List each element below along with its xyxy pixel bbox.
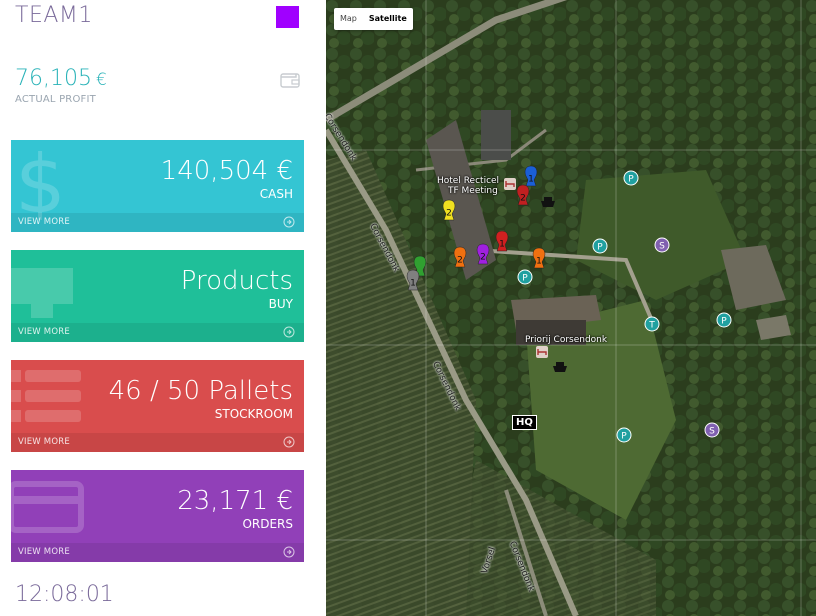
view-more-label: VIEW MORE [18, 327, 70, 337]
team-pin-marker[interactable]: 2 [516, 184, 530, 206]
marker-label: 2 [457, 256, 463, 266]
marker-label: T [648, 321, 655, 331]
marker-label: P [597, 243, 603, 253]
parking-marker[interactable]: T [644, 316, 660, 332]
marker-label: 2 [520, 194, 526, 204]
orders-card[interactable]: 23,171 € ORDERS VIEW MORE [11, 470, 304, 562]
team-pin-marker[interactable]: 2 [453, 246, 467, 268]
marker-label: 2 [446, 209, 452, 219]
team-pin-marker[interactable]: 1 [532, 247, 546, 269]
game-clock: 12:08:01 [15, 582, 114, 607]
supplier-marker[interactable]: S [704, 422, 720, 438]
cash-card[interactable]: $ 140,504 € CASH VIEW MORE [11, 140, 304, 232]
orders-value: 23,171 € [177, 486, 293, 516]
sidebar: TEAM1 76,105 € ACTUAL PROFIT $ 140,504 € … [0, 0, 326, 616]
card-icon [11, 481, 84, 533]
dollar-icon: $ [15, 140, 66, 220]
cash-label: CASH [259, 187, 293, 201]
svg-text:$: $ [15, 140, 66, 220]
team-pin-marker[interactable]: 1 [524, 165, 538, 187]
view-more-label: VIEW MORE [18, 547, 70, 557]
cash-view-more[interactable]: VIEW MORE [11, 213, 304, 232]
monitor-icon [11, 268, 73, 318]
cash-value: 140,504 € [160, 156, 293, 186]
satellite-map[interactable]: Map Satellite Hotel Recticel TF Meeting … [326, 0, 816, 616]
parking-marker[interactable]: P [592, 238, 608, 254]
products-label: BUY [268, 297, 293, 311]
products-view-more[interactable]: VIEW MORE [11, 323, 304, 342]
orders-view-more[interactable]: VIEW MORE [11, 543, 304, 562]
marker-label: P [522, 274, 528, 284]
stockroom-value: 46 / 50 Pallets [108, 376, 293, 406]
view-more-label: VIEW MORE [18, 437, 70, 447]
team-pin-marker[interactable]: 2 [442, 199, 456, 221]
stockroom-card[interactable]: 46 / 50 Pallets STOCKROOM VIEW MORE [11, 360, 304, 452]
arrow-circle-icon [283, 436, 295, 448]
black-pin-marker[interactable] [541, 197, 555, 207]
team-pin-marker[interactable]: 2 [476, 243, 490, 265]
parking-marker[interactable]: P [623, 170, 639, 186]
marker-label: 2 [480, 253, 486, 263]
team-name: TEAM1 [15, 3, 93, 28]
stockroom-view-more[interactable]: VIEW MORE [11, 433, 304, 452]
marker-label: 1 [536, 257, 542, 267]
team-color-swatch [276, 6, 299, 28]
orders-label: ORDERS [242, 517, 293, 531]
arrow-circle-icon [283, 326, 295, 338]
marker-label: 1 [410, 279, 416, 289]
parking-marker[interactable]: P [517, 269, 533, 285]
marker-label: 1 [528, 175, 534, 185]
products-card[interactable]: Products BUY VIEW MORE [11, 250, 304, 342]
stockroom-label: STOCKROOM [214, 407, 293, 421]
actual-profit-value: 76,105 € [15, 66, 107, 91]
supplier-marker[interactable]: S [654, 237, 670, 253]
parking-marker[interactable]: P [716, 312, 732, 328]
list-icon [11, 370, 81, 422]
arrow-circle-icon [283, 216, 295, 228]
marker-label: S [659, 242, 665, 252]
parking-marker[interactable]: P [616, 427, 632, 443]
team-pin-marker[interactable]: 1 [495, 230, 509, 252]
products-value: Products [180, 266, 293, 296]
view-more-label: VIEW MORE [18, 217, 70, 227]
team-pin-marker[interactable]: 1 [406, 269, 420, 291]
marker-label: 1 [499, 240, 505, 250]
marker-label: S [709, 427, 715, 437]
actual-profit-label: ACTUAL PROFIT [15, 94, 96, 105]
wallet-icon[interactable] [280, 72, 300, 88]
marker-layer: 122122 11PPPPPTSS [406, 165, 732, 443]
marker-label: P [621, 432, 627, 442]
marker-label: P [628, 175, 634, 185]
black-pin-marker[interactable] [553, 362, 567, 372]
arrow-circle-icon [283, 546, 295, 558]
marker-label: P [721, 317, 727, 327]
